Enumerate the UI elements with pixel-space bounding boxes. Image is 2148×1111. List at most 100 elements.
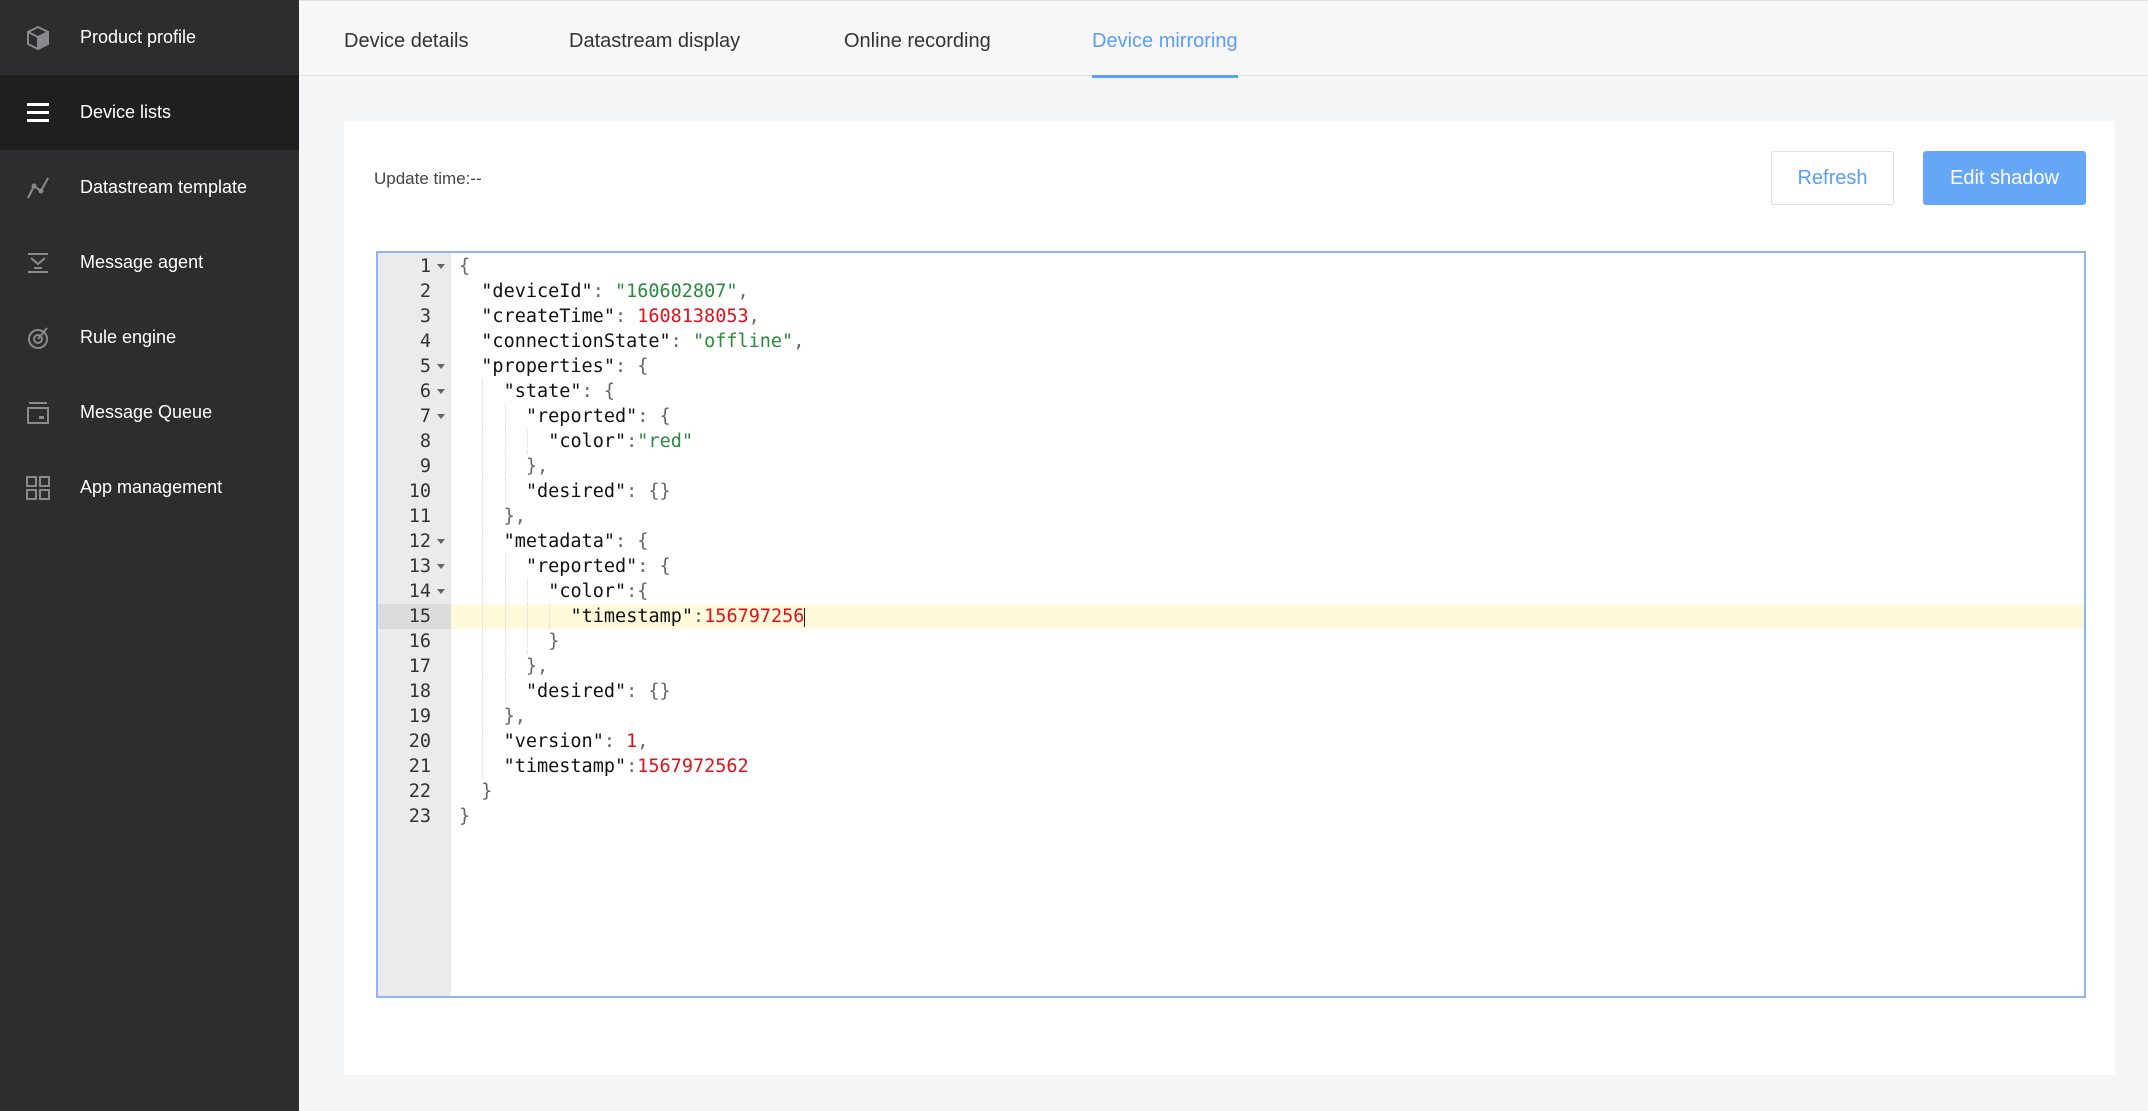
refresh-button[interactable]: Refresh: [1771, 151, 1894, 205]
indent-guide: [482, 654, 484, 679]
code-line[interactable]: 4 "connectionState": "offline",: [378, 329, 2084, 354]
code-text: },: [504, 704, 526, 729]
fold-arrow-icon[interactable]: [437, 364, 445, 369]
fold-arrow-icon[interactable]: [437, 264, 445, 269]
line-number: 18: [408, 681, 431, 702]
code-text: "createTime": 1608138053,: [481, 304, 759, 329]
json-number: 1567972562: [637, 756, 749, 777]
sidebar-item-label: Datastream template: [80, 177, 248, 197]
indent-guide: [482, 404, 484, 429]
json-number: 156797256: [704, 606, 805, 627]
json-punctuation: : {: [581, 381, 615, 402]
json-key: "deviceId": [481, 281, 593, 302]
tab-online-recording[interactable]: Online recording: [844, 1, 991, 77]
json-punctuation: },: [525, 656, 549, 677]
json-key: "timestamp": [503, 756, 627, 777]
code-line[interactable]: 11},: [378, 504, 2084, 529]
fold-arrow-icon[interactable]: [437, 414, 445, 419]
line-number: 16: [408, 631, 431, 652]
fold-arrow-icon[interactable]: [437, 564, 445, 569]
code-text: },: [526, 654, 548, 679]
json-punctuation: ,: [637, 731, 649, 752]
indent-guide: [482, 379, 484, 404]
line-number-cell: 11: [378, 504, 451, 529]
code-line[interactable]: 8 "color":"red": [378, 429, 2084, 454]
line-number-cell: 18: [378, 679, 451, 704]
code-line[interactable]: 20 "version": 1,: [378, 729, 2084, 754]
json-editor[interactable]: 1{2 "deviceId": "160602807", 3 "createTime"…: [376, 251, 2086, 998]
line-number: 20: [408, 731, 431, 752]
code-text: "timestamp":156797256: [571, 604, 806, 629]
code-line[interactable]: 13 "reported": {: [378, 554, 2084, 579]
code-line[interactable]: 18 "desired": {}: [378, 679, 2084, 704]
tab-device-details[interactable]: Device details: [344, 1, 469, 77]
code-line[interactable]: 19},: [378, 704, 2084, 729]
code-line[interactable]: 10 "desired": {}: [378, 479, 2084, 504]
code-line[interactable]: 9},: [378, 454, 2084, 479]
code-line[interactable]: 21 "timestamp":1567972562: [378, 754, 2084, 779]
indent-guide: [482, 554, 484, 579]
indent-guide: [504, 654, 506, 679]
curve-icon: [27, 177, 49, 199]
code-line[interactable]: 23}: [378, 804, 2084, 829]
json-key: "metadata": [503, 531, 615, 552]
tab-datastream-display[interactable]: Datastream display: [569, 1, 740, 77]
fold-arrow-icon[interactable]: [437, 389, 445, 394]
code-text: "color":"red": [548, 429, 693, 454]
indent-guide: [504, 604, 506, 629]
indent-guide: [482, 729, 484, 754]
code-line[interactable]: 5 "properties": {: [378, 354, 2084, 379]
list-icon: [27, 103, 49, 122]
json-key: "color": [548, 581, 627, 602]
code-line[interactable]: 7 "reported": {: [378, 404, 2084, 429]
code-line[interactable]: 16}: [378, 629, 2084, 654]
json-key: "properties": [481, 356, 615, 377]
json-key: "reported": [525, 556, 638, 577]
json-punctuation: }: [459, 806, 471, 827]
code-line[interactable]: 12 "metadata": {: [378, 529, 2084, 554]
sidebar-item-datastream-template[interactable]: Datastream template: [0, 150, 299, 225]
json-punctuation: : {: [637, 556, 671, 577]
fold-arrow-icon[interactable]: [437, 539, 445, 544]
sidebar-item-app-management[interactable]: App management: [0, 450, 299, 525]
sidebar-item-label: App management: [80, 477, 223, 497]
tab-device-mirroring[interactable]: Device mirroring: [1092, 1, 1238, 78]
sidebar-item-device-lists[interactable]: Device lists: [0, 75, 299, 150]
code-line[interactable]: 17},: [378, 654, 2084, 679]
fold-arrow-icon[interactable]: [437, 589, 445, 594]
code-line[interactable]: 1{: [378, 254, 2084, 279]
json-key: "createTime": [481, 306, 615, 327]
indent-guide: [482, 679, 484, 704]
agent-icon: [28, 253, 48, 273]
code-line[interactable]: 3 "createTime": 1608138053,: [378, 304, 2084, 329]
sidebar-item-label: Rule engine: [80, 327, 177, 347]
code-line[interactable]: 6 "state": {: [378, 379, 2084, 404]
json-punctuation: ,: [748, 306, 760, 327]
line-number-cell: 19: [378, 704, 451, 729]
sidebar-item-rule-engine[interactable]: Rule engine: [0, 300, 299, 375]
indent-guide: [482, 629, 484, 654]
line-number-cell: 16: [378, 629, 451, 654]
indent-guide: [526, 429, 528, 454]
json-punctuation: :: [614, 306, 638, 327]
code-text: },: [504, 504, 526, 529]
sidebar-item-message-agent[interactable]: Message agent: [0, 225, 299, 300]
code-line[interactable]: 22}: [378, 779, 2084, 804]
shadow-panel: Update time:-- Refresh Edit shadow 1{2 "d…: [344, 121, 2115, 1075]
sidebar-item-product-profile[interactable]: Product profile: [0, 0, 299, 75]
code-line[interactable]: 2 "deviceId": "160602807",: [378, 279, 2084, 304]
sidebar-item-label: Product profile: [80, 27, 197, 47]
indent-guide: [504, 404, 506, 429]
json-punctuation: },: [525, 456, 549, 477]
json-punctuation: : {}: [626, 481, 671, 502]
sidebar-item-message-queue[interactable]: Message Queue: [0, 375, 299, 450]
line-number: 2: [419, 281, 431, 302]
code-text: "desired": {}: [526, 479, 671, 504]
line-number: 4: [419, 331, 431, 352]
code-line[interactable]: 15 "timestamp":156797256: [378, 604, 2084, 629]
edit-shadow-button[interactable]: Edit shadow: [1923, 151, 2086, 205]
code-line[interactable]: 14 "color":{: [378, 579, 2084, 604]
line-number: 5: [419, 356, 431, 377]
json-punctuation: :: [670, 331, 693, 352]
line-number: 9: [419, 456, 431, 477]
